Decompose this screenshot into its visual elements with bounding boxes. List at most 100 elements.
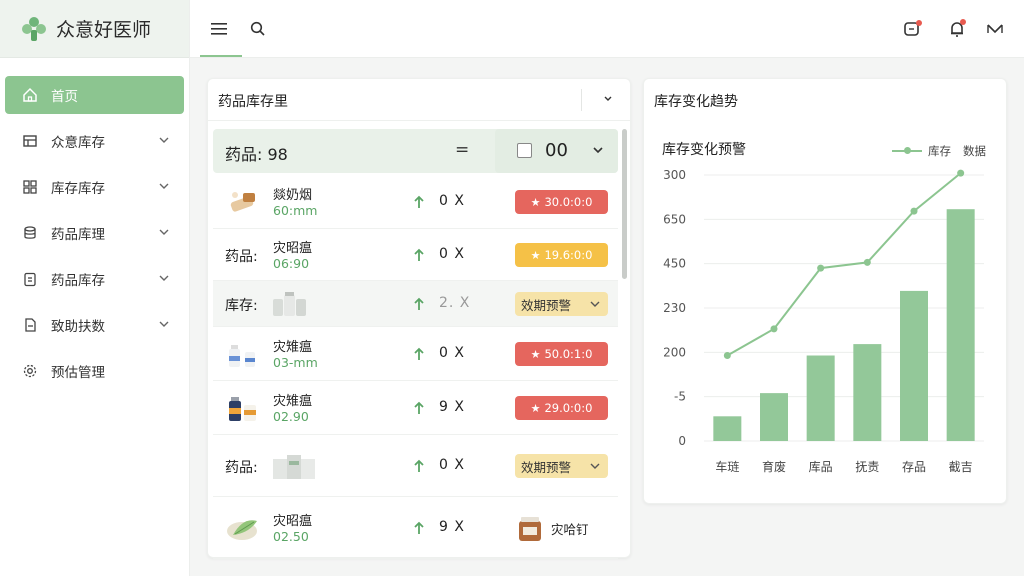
arrow-up-icon [414,521,424,534]
product-meta: 60:mm [273,203,318,218]
brand[interactable]: 众意好医师 [0,0,189,58]
chevron-down-icon [159,321,169,327]
chart-bar[interactable] [806,355,835,442]
product-thumbnail [271,451,315,481]
product-name: 灾昭瘟 [273,514,313,529]
chevron-down-icon [159,183,169,189]
chevron-down-icon [159,275,169,281]
quantity: 2. X [439,295,471,311]
series-point[interactable] [957,169,965,177]
sidebar-item-1[interactable]: 众意库存 [5,122,184,160]
quantity: 9 X [439,399,465,415]
chart-bar[interactable] [900,290,928,441]
y-tick-label: 450 [663,257,686,271]
chart-bar[interactable] [853,344,882,441]
collapse-button[interactable] [600,91,616,107]
chart-bar[interactable] [713,416,742,441]
status-badge[interactable]: ★ 19.6:0:0 [515,243,608,267]
sidebar-item-4[interactable]: 药品库存 [5,260,184,298]
quantity: 9 X [439,519,465,535]
brand-name: 众意好医师 [56,19,152,41]
series-point[interactable] [817,264,825,272]
product-name: 灾雉瘟 [273,340,313,355]
table-row[interactable]: 灾雉瘟 02.90 9 X ★ 29.0:0:0 [213,381,618,435]
y-tick-label: 230 [663,301,686,315]
y-tick-label: 0 [678,434,686,448]
series-point[interactable] [723,352,731,359]
sidebar-item-label: 库存库存 [51,181,105,197]
mail-icon [987,24,1003,34]
summary-row: 药品: 98 = 00 [213,129,618,173]
product-thumbnail [271,289,309,319]
x-tick-label: 育废 [762,459,786,474]
trend-panel: 库存变化趋势 库存变化预警 库存 数据 300 650 450 230 200 -5 0 车琏… [643,78,1007,504]
y-tick-label: 650 [663,212,686,226]
clipboard-icon [21,270,39,288]
notifications-button[interactable] [947,19,967,39]
home-icon [21,86,39,104]
sidebar-item-5[interactable]: 致助扶数 [5,306,184,344]
chevron-down-icon [604,96,612,101]
x-tick-label: 存品 [902,460,926,474]
sidebar-nav: 首页众意库存库存库存药品库理药品库存致助扶数预估管理 [0,58,189,390]
summary-label: 药品: 98 [225,145,288,164]
sidebar-item-2[interactable]: 库存库存 [5,168,184,206]
badge-label: 50.0:1:0 [544,347,593,361]
table-row[interactable]: 燚奶烟 60:mm 0 X ★ 30.0:0:0 [213,175,618,229]
quantity: 0 X [439,246,465,262]
series-point[interactable] [910,207,918,215]
mail-button[interactable] [985,19,1005,39]
status-badge[interactable]: ★ 30.0:0:0 [515,190,608,214]
series-point[interactable] [770,325,778,333]
scrollbar[interactable] [622,129,627,279]
table-row[interactable]: 灾雉瘟 03-mm 0 X ★ 50.0:1:0 [213,327,618,381]
expiry-warning-badge[interactable]: 效期预警 [515,454,608,478]
sidebar-item-label: 众意库存 [51,135,105,151]
active-tab-indicator [200,55,242,57]
product-name: 燚奶烟 [273,188,313,203]
chart-bar[interactable] [760,393,788,441]
summary-select[interactable]: 00 [495,129,618,173]
select-value: 00 [545,140,568,161]
status-badge[interactable]: ★ 50.0:1:0 [515,342,608,366]
arrow-up-icon [414,459,424,472]
table-row[interactable]: 库存: 2. X 效期预警 [213,281,618,327]
arrow-up-icon [414,401,424,414]
quantity: 0 X [439,345,465,361]
messages-button[interactable] [902,19,922,39]
badge-label: 效期预警 [521,297,572,313]
chevron-down-icon [159,229,169,235]
sidebar-item-label: 药品库存 [51,273,105,289]
item-tag[interactable]: 灾哈钉 [515,513,589,543]
database-icon [21,224,39,242]
product-thumbnail [225,513,263,543]
table-row[interactable]: 药品: 0 X 效期预警 [213,435,618,497]
divider [581,89,582,111]
sidebar-item-6[interactable]: 预估管理 [5,352,184,390]
product-thumbnail [225,187,263,217]
quantity: 0 X [439,193,465,209]
product-thumbnail [225,339,263,369]
menu-toggle-button[interactable] [210,19,230,39]
series-point[interactable] [863,258,871,266]
inventory-panel: 药品库存里 药品: 98 = 00 燚奶烟 60:mm 0 X ★ 30.0:0:0 药品… [207,78,631,559]
gear-icon [21,362,39,380]
badge-label: 30.0:0:0 [544,195,593,209]
status-badge[interactable]: ★ 29.0:0:0 [515,396,608,420]
arrow-up-icon [414,347,424,360]
item-tag-label: 灾哈钉 [551,521,589,537]
logo-icon [22,16,46,41]
grid-icon [21,178,39,196]
badge-label: 29.0:0:0 [544,401,593,415]
search-button[interactable] [248,19,268,39]
select-checkbox[interactable] [517,143,532,158]
chart-bar[interactable] [946,209,975,441]
product-meta: 03-mm [273,355,318,370]
badge-label: 19.6:0:0 [544,248,593,262]
sidebar-item-3[interactable]: 药品库理 [5,214,184,252]
sidebar-item-0[interactable]: 首页 [5,76,184,114]
expiry-warning-badge[interactable]: 效期预警 [515,292,608,316]
product-meta: 06:90 [273,256,310,271]
table-row[interactable]: 灾昭瘟 02.50 9 X 灾哈钉 [213,497,618,559]
table-row[interactable]: 药品: 灾昭瘟 06:90 0 X ★ 19.6:0:0 [213,229,618,281]
